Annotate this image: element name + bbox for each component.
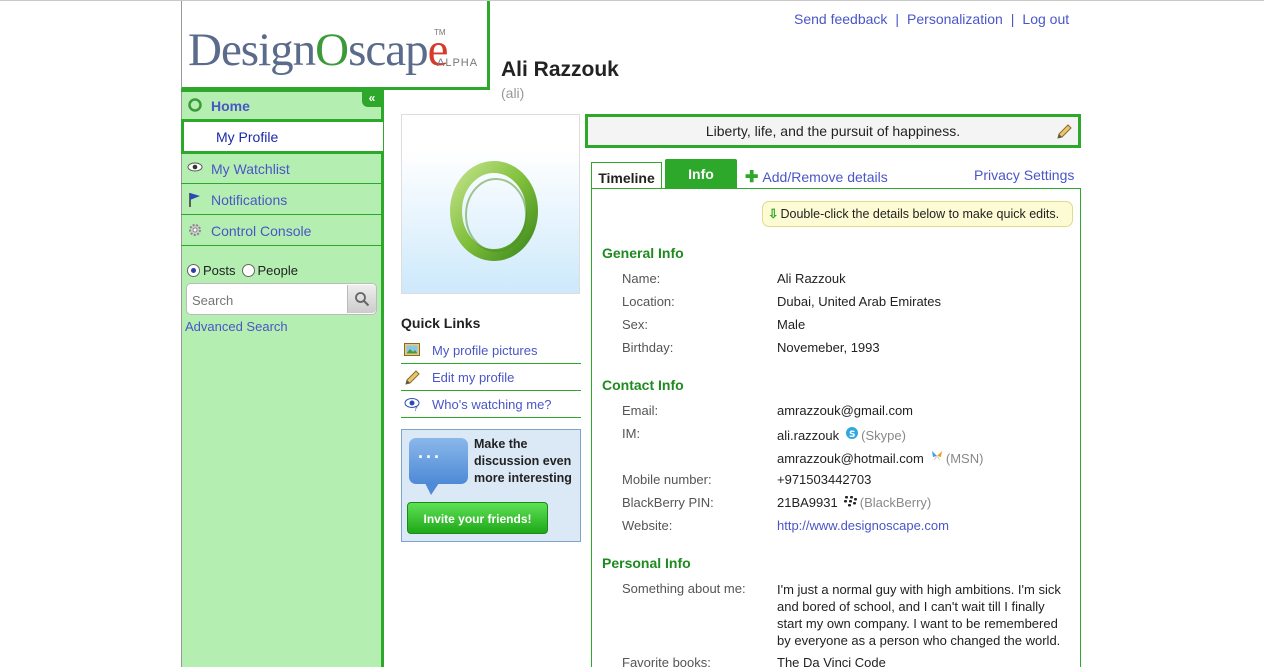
sidebar-item-label: Control Console [211,222,312,239]
posts-radio-label[interactable]: Posts [203,263,236,278]
collapse-sidebar-button[interactable]: « [362,90,382,107]
personal-info-title: Personal Info [602,555,691,571]
sidebar-item-label: My Profile [216,128,279,145]
im-skype-value[interactable]: ali.razzouk S (Skype) [777,426,906,443]
svg-text:S: S [849,430,855,440]
location-label: Location: [622,294,675,309]
picture-icon [404,343,420,357]
profile-handle: (ali) [501,85,525,101]
birthday-label: Birthday: [622,340,674,355]
search-icon [354,291,370,310]
blackberry-value[interactable]: 21BA9931 (BlackBerry) [777,495,931,510]
msn-butterfly-icon [930,449,944,466]
logo-trademark: TM [434,28,446,37]
speech-bubble-dots: ··· [418,447,442,467]
speech-bubble-tail [425,483,439,495]
blackberry-icon [843,495,858,510]
mobile-label: Mobile number: [622,472,712,487]
edit-status-icon[interactable] [1056,124,1072,143]
quick-link-who-watching[interactable]: ? Who's watching me? [401,391,581,418]
website-label: Website: [622,518,673,533]
people-radio-label[interactable]: People [258,263,298,278]
header-links: Send feedback | Personalization | Log out [794,11,1069,27]
invite-friends-button[interactable]: Invite your friends! [407,502,548,534]
quick-links-title: Quick Links [401,315,481,331]
name-value[interactable]: Ali Razzouk [777,271,846,286]
about-label: Something about me: [622,581,746,596]
sidebar-item-label: Home [211,97,250,114]
posts-radio[interactable] [187,264,200,277]
quick-link-label[interactable]: My profile pictures [432,343,537,358]
profile-name: Ali Razzouk [501,58,619,81]
home-ring-icon [187,97,203,114]
quick-link-label[interactable]: Who's watching me? [432,397,552,412]
advanced-search-link[interactable]: Advanced Search [185,319,288,334]
name-label: Name: [622,271,661,286]
plus-icon: ✚ [745,169,759,186]
privacy-settings-link[interactable]: Privacy Settings [974,167,1074,183]
add-remove-details-link[interactable]: ✚ Add/Remove details [745,167,888,187]
contact-info-title: Contact Info [602,377,684,393]
sex-label: Sex: [622,317,649,332]
gear-icon [187,223,203,239]
skype-icon: S [845,426,859,443]
separator: | [1010,11,1015,27]
flag-icon [187,192,203,208]
general-info-title: General Info [602,245,684,261]
hint-text: Double-click the details below to make q… [780,207,1060,221]
skype-service: (Skype) [861,428,906,443]
sidebar-item-watchlist[interactable]: My Watchlist [181,154,383,184]
skype-handle: ali.razzouk [777,428,840,443]
quick-link-profile-pictures[interactable]: My profile pictures [401,337,581,364]
email-label: Email: [622,403,659,418]
msn-handle: amrazzouk@hotmail.com [777,451,924,466]
blackberry-pin: 21BA9931 [777,495,838,510]
favorite-books-label: Favorite books: [622,655,711,670]
mobile-value[interactable]: +971503442703 [777,472,871,487]
search-button[interactable] [347,285,376,313]
quick-link-edit-profile[interactable]: Edit my profile [401,364,581,391]
separator: | [895,11,900,27]
blackberry-service: (BlackBerry) [859,495,932,510]
personalization-link[interactable]: Personalization [907,11,1003,27]
send-feedback-link[interactable]: Send feedback [794,11,887,27]
sidebar-item-notifications[interactable]: Notifications [181,185,383,215]
search-input[interactable] [190,288,344,312]
pencil-icon [404,370,420,385]
tab-timeline[interactable]: Timeline [591,162,662,188]
birthday-value[interactable]: Novemeber, 1993 [777,340,880,355]
svg-text:?: ? [414,405,418,411]
sex-value[interactable]: Male [777,317,805,332]
website-link[interactable]: http://www.designoscape.com [777,518,949,533]
about-value[interactable]: I'm just a normal guy with high ambition… [777,581,1069,649]
watching-eye-icon: ? [404,397,420,413]
sidebar-item-label: My Watchlist [211,160,290,177]
favorite-books-value[interactable]: The Da Vinci Code [777,655,886,670]
status-text: Liberty, life, and the pursuit of happin… [705,123,961,139]
im-msn-value[interactable]: amrazzouk@hotmail.com (MSN) [777,449,983,466]
logo-alpha-badge: ALPHA [437,57,479,69]
eye-icon [187,161,203,177]
down-arrow-icon: ⇩ [768,207,779,221]
add-remove-label: Add/Remove details [762,169,888,185]
people-radio[interactable] [241,264,255,277]
quick-edit-hint: ⇩ Double-click the details below to make … [762,201,1073,227]
quick-link-label[interactable]: Edit my profile [432,370,514,385]
sidebar-item-home[interactable]: Home [181,89,383,122]
msn-service: (MSN) [945,451,984,466]
invite-text: Make the discussion even more interestin… [474,437,572,485]
avatar-ring-image [450,161,538,261]
logo[interactable]: DesignOscape [188,23,448,77]
sidebar-item-my-profile[interactable]: My Profile [181,122,383,154]
location-value[interactable]: Dubai, United Arab Emirates [777,294,941,309]
search-scope-options: Posts People [187,263,298,278]
sidebar-item-control-console[interactable]: Control Console [181,216,383,246]
avatar[interactable] [401,114,580,294]
blackberry-label: BlackBerry PIN: [622,495,714,510]
sidebar-item-label: Notifications [211,191,288,208]
im-label: IM: [622,426,641,441]
email-value[interactable]: amrazzouk@gmail.com [777,403,913,418]
logout-link[interactable]: Log out [1022,11,1069,27]
tab-info[interactable]: Info [665,159,737,188]
